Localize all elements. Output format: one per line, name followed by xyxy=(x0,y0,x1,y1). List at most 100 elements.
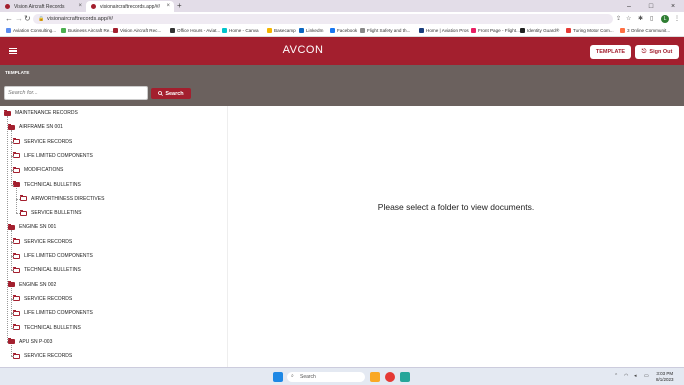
search-button[interactable]: Search xyxy=(151,88,191,99)
close-tab-icon[interactable]: × xyxy=(78,3,82,9)
tree-folder-item[interactable]: TECHNICAL BULLETINS xyxy=(13,180,81,190)
bookmark-item[interactable]: Home - Canva xyxy=(222,28,259,33)
bookmark-item[interactable]: Facebook xyxy=(330,28,357,33)
tree-folder-item[interactable]: TECHNICAL BULLETINS xyxy=(13,323,81,333)
tree-folder-item[interactable]: ENGINE SN 002 xyxy=(8,280,56,290)
tree-folder-item[interactable]: LIFE LIMITED COMPONENTS xyxy=(13,308,93,318)
tree-folder-item[interactable]: ENGINE SN 001 xyxy=(8,222,56,232)
taskbar: ⌕ Search ⌃ ◠ ◂ ▭ 3:03 PM 8/1/2023 xyxy=(0,367,684,385)
tree-folder-item[interactable]: SERVICE RECORDS xyxy=(13,294,72,304)
folder-icon xyxy=(13,138,20,145)
share-icon[interactable]: ⇪ xyxy=(616,15,621,22)
tree-folder-label: AIRWORTHINESS DIRECTIVES xyxy=(31,195,105,202)
bookmark-item[interactable]: Identity Guard® xyxy=(520,28,559,33)
close-window-icon[interactable]: × xyxy=(662,0,684,12)
browser-menu-icon[interactable]: ⋮ xyxy=(674,15,680,22)
folder-icon xyxy=(13,266,20,273)
maximize-icon[interactable]: □ xyxy=(640,0,662,12)
bookmark-item[interactable]: Aviation Consulting... xyxy=(6,28,56,33)
bookmark-item[interactable]: Vision Aircraft Rec... xyxy=(113,28,161,33)
app-icon[interactable] xyxy=(400,372,410,382)
taskbar-search[interactable]: ⌕ Search xyxy=(287,372,365,382)
toolbar: TEMPLATE Search xyxy=(0,65,684,106)
folder-icon xyxy=(13,309,20,316)
lock-icon: 🔒 xyxy=(38,16,45,22)
template-button[interactable]: TEMPLATE xyxy=(590,45,631,59)
bookmark-icon xyxy=(566,28,571,33)
url-field[interactable]: 🔒 visionaircraftrecords.app/#/ xyxy=(33,14,613,24)
bookmark-item[interactable]: Home | Aviation Pros xyxy=(419,28,469,33)
sign-out-icon: ⎋ xyxy=(641,48,647,55)
tree-connector xyxy=(11,270,13,272)
wifi-icon[interactable]: ◠ xyxy=(624,373,628,379)
tree-folder-item[interactable]: LIFE LIMITED COMPONENTS xyxy=(13,251,93,261)
tree-folder-item[interactable]: TECHNICAL BULLETINS xyxy=(13,265,81,275)
close-tab-icon[interactable]: × xyxy=(166,3,170,9)
tree-folder-item[interactable]: SERVICE BULLETINS xyxy=(20,208,81,218)
bookmark-item[interactable]: 3 Online Communit... xyxy=(620,28,670,33)
folder-icon xyxy=(20,209,27,216)
back-icon[interactable]: ← xyxy=(5,14,13,23)
minimize-icon[interactable]: – xyxy=(618,0,640,12)
sign-out-button[interactable]: ⎋ Sign Out xyxy=(635,45,679,59)
browser-tab-active[interactable]: visionaircraftrecords.app/#/ × xyxy=(86,1,174,12)
search-button-label: Search xyxy=(165,90,184,97)
bookmark-item[interactable]: Flight Safety and th... xyxy=(360,28,410,33)
bookmark-label: LinkedIn xyxy=(306,28,324,33)
bookmark-icon xyxy=(6,28,11,33)
search-icon: ⌕ xyxy=(291,373,294,379)
tree-folder-label: APU SN P-003 xyxy=(19,338,53,345)
bookmark-item[interactable]: LinkedIn xyxy=(299,28,323,33)
tree-folder-item[interactable]: MAINTENANCE RECORDS xyxy=(4,108,78,118)
tree-folder-label: SERVICE RECORDS xyxy=(24,238,73,245)
bookmark-label: Home | Aviation Pros xyxy=(426,28,469,33)
profile-avatar[interactable]: L xyxy=(661,15,669,23)
folder-icon xyxy=(8,281,15,288)
bookmark-icon xyxy=(222,28,227,33)
search-input[interactable] xyxy=(4,86,148,100)
tree-connector xyxy=(11,184,13,186)
tree-folder-item[interactable]: AIRWORTHINESS DIRECTIVES xyxy=(20,194,104,204)
tree-folder-item[interactable]: SERVICE RECORDS xyxy=(13,351,72,361)
bookmark-star-icon[interactable]: ☆ xyxy=(626,15,631,22)
bookmark-item[interactable]: Office Hours - Aviat... xyxy=(170,28,220,33)
tree-guide-line xyxy=(11,130,12,185)
document-panel: Please select a folder to view documents… xyxy=(228,106,684,367)
search-icon xyxy=(158,91,164,96)
tree-folder-item[interactable]: SERVICE RECORDS xyxy=(13,237,72,247)
extensions-icon[interactable]: ✱ xyxy=(638,15,643,22)
bookmark-item[interactable]: Basecamp xyxy=(267,28,296,33)
file-explorer-icon[interactable] xyxy=(370,372,380,382)
tray-chevron-icon[interactable]: ⌃ xyxy=(614,373,618,379)
taskbar-clock[interactable]: 3:03 PM 8/1/2023 xyxy=(656,371,674,383)
bookmark-icon xyxy=(267,28,272,33)
folder-tree: MAINTENANCE RECORDS AIRFRAME SN 001 SERVIC… xyxy=(0,106,228,367)
tree-folder-label: SERVICE BULLETINS xyxy=(31,210,82,217)
folder-icon xyxy=(8,338,15,345)
battery-icon[interactable]: ▭ xyxy=(644,373,649,379)
bookmark-item[interactable]: Front Page - Flight... xyxy=(471,28,520,33)
bookmark-icon xyxy=(620,28,625,33)
tree-guide-line xyxy=(11,230,12,271)
tree-folder-label: LIFE LIMITED COMPONENTS xyxy=(24,253,93,259)
tree-folder-item[interactable]: SERVICE RECORDS xyxy=(13,137,72,147)
sidepanel-icon[interactable]: ▯ xyxy=(650,15,653,22)
bookmark-label: Flight Safety and th... xyxy=(367,28,411,33)
tree-guide-line xyxy=(7,116,8,342)
reload-icon[interactable]: ↻ xyxy=(24,14,31,23)
tree-folder-item[interactable]: APU SN P-003 xyxy=(8,337,52,347)
windows-start-icon[interactable] xyxy=(273,372,283,382)
browser-tab[interactable]: Vision Aircraft Records × xyxy=(0,1,86,12)
new-tab-icon[interactable]: + xyxy=(177,1,182,10)
bookmark-item[interactable]: Business Aircraft Re... xyxy=(61,28,113,33)
volume-icon[interactable]: ◂ xyxy=(634,373,637,379)
tree-folder-item[interactable]: AIRFRAME SN 001 xyxy=(8,122,63,132)
tree-folder-item[interactable]: LIFE LIMITED COMPONENTS xyxy=(13,151,93,161)
folder-icon xyxy=(4,109,11,116)
bookmark-item[interactable]: Turing Motor Com... xyxy=(566,28,614,33)
chrome-icon[interactable] xyxy=(385,372,395,382)
tree-folder-label: MODIFICATIONS xyxy=(24,167,64,174)
browser-tabstrip: Vision Aircraft Records × visionaircraft… xyxy=(0,0,684,12)
forward-icon[interactable]: → xyxy=(15,14,23,23)
tree-folder-item[interactable]: MODIFICATIONS xyxy=(13,165,63,175)
